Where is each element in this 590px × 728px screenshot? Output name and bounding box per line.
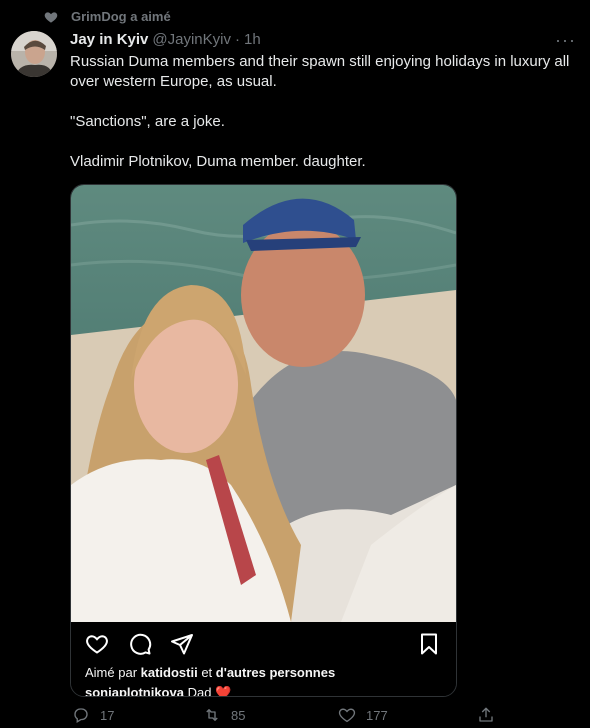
tweet-actions: 17 85 177 — [70, 706, 500, 728]
caption-text: Dad — [183, 685, 216, 697]
share-button[interactable] — [477, 706, 495, 724]
share-send-icon — [170, 632, 194, 656]
like-heart-icon — [85, 632, 109, 656]
more-options-icon[interactable]: ··· — [555, 30, 576, 51]
like-count: 177 — [366, 707, 388, 723]
social-context-text[interactable]: GrimDog a aimé — [71, 9, 171, 24]
likes-rest: d'autres personnes — [215, 665, 336, 680]
reply-button[interactable]: 17 — [72, 706, 114, 724]
media-attachment[interactable]: Aimé par katidostii et d'autres personne… — [70, 184, 457, 697]
bookmark-icon — [417, 632, 441, 656]
share-icon — [477, 706, 495, 724]
social-context: GrimDog a aimé — [44, 9, 171, 24]
liker-name: katidostii — [140, 665, 198, 680]
retweet-count: 85 — [231, 707, 246, 723]
separator: · — [234, 31, 240, 48]
selfie-photo — [71, 185, 456, 622]
caption-emoji: ❤️ — [215, 685, 232, 697]
heart-icon — [44, 10, 58, 24]
like-icon — [338, 706, 356, 724]
reply-icon — [72, 706, 90, 724]
instagram-caption: sonjaplotnikova Dad ❤️ — [85, 685, 232, 697]
author-handle[interactable]: @JayinKyiv — [152, 31, 231, 48]
comment-bubble-icon — [128, 632, 152, 656]
tweet[interactable]: GrimDog a aimé Jay in Kyiv @JayinKyiv · … — [0, 0, 590, 728]
instagram-footer: Aimé par katidostii et d'autres personne… — [71, 622, 456, 696]
tweet-time[interactable]: 1h — [244, 31, 261, 48]
instagram-likes: Aimé par katidostii et d'autres personne… — [85, 665, 335, 680]
tweet-text: Russian Duma members and their spawn sti… — [70, 52, 580, 192]
reply-count: 17 — [100, 707, 115, 723]
retweet-button[interactable]: 85 — [203, 706, 245, 724]
likes-prefix: Aimé par — [85, 665, 141, 680]
author-name[interactable]: Jay in Kyiv — [70, 31, 148, 48]
tweet-paragraph: Vladimir Plotnikov, Duma member. daughte… — [70, 153, 366, 170]
tweet-paragraph: Russian Duma members and their spawn sti… — [70, 53, 570, 90]
tweet-paragraph: "Sanctions", are a joke. — [70, 113, 225, 130]
retweet-icon — [203, 706, 221, 724]
like-button[interactable]: 177 — [338, 706, 388, 724]
likes-mid: et — [197, 665, 216, 680]
avatar[interactable] — [11, 31, 57, 77]
caption-user: sonjaplotnikova — [85, 685, 184, 697]
tweet-header: Jay in Kyiv @JayinKyiv · 1h — [70, 31, 520, 48]
